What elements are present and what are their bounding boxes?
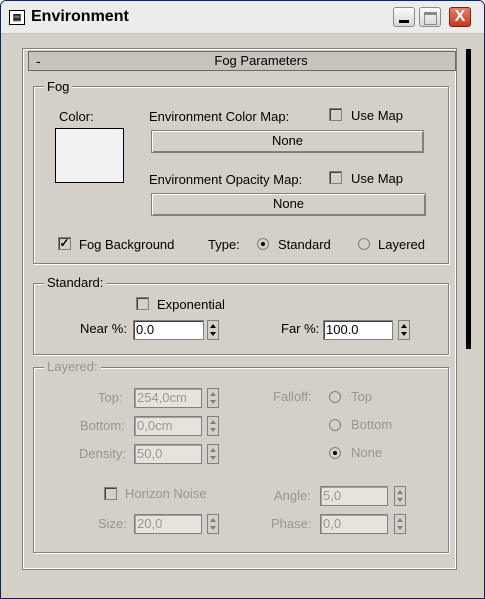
fog-color-swatch[interactable] [55,128,124,183]
layered-group-label: Layered: [44,359,101,374]
minimize-button[interactable] [393,7,415,27]
layered-top-input[interactable]: 254,0cm [134,388,202,408]
env-color-use-map-label: Use Map [351,108,404,123]
env-color-map-label: Environment Color Map: [149,109,290,124]
layered-bottom-label: Bottom: [80,418,125,433]
standard-group [33,283,449,355]
horizon-phase-label: Phase: [271,516,312,531]
layered-top-spinner[interactable] [207,388,219,408]
horizon-angle-spinner[interactable] [394,486,406,506]
close-icon: X [454,8,466,25]
layered-density-spinner[interactable] [207,444,219,464]
far-spinner[interactable] [398,320,410,340]
type-standard-label: Standard [278,237,331,252]
near-label: Near %: [80,321,127,336]
rollout-title: Fog Parameters [214,53,308,68]
falloff-top-radio[interactable] [329,391,341,403]
type-layered-label: Layered [378,237,425,252]
window-title: Environment [31,8,129,25]
layered-bottom-spinner[interactable] [207,416,219,436]
environment-window: ▤ Environment X - Fog Parameters Fog Col… [0,0,485,599]
exponential-label: Exponential [157,297,225,312]
near-spinner[interactable] [207,320,219,340]
falloff-bottom-radio[interactable] [329,419,341,431]
horizon-noise-label: Horizon Noise [125,486,207,501]
far-input[interactable]: 100.0 [323,320,393,340]
falloff-label: Falloff: [273,389,312,404]
title-bar[interactable]: ▤ Environment X [1,1,484,34]
layered-density-input[interactable]: 50,0 [134,444,202,464]
horizon-size-spinner[interactable] [207,514,219,534]
horizon-phase-input[interactable]: 0,0 [320,514,388,534]
falloff-bottom-label: Bottom [351,417,393,432]
layered-density-label: Density: [79,446,126,461]
falloff-none-label: None [351,445,383,460]
type-standard-radio[interactable] [257,238,269,250]
maximize-button[interactable] [419,7,441,27]
env-opacity-map-label: Environment Opacity Map: [149,172,303,187]
env-opacity-use-map-checkbox[interactable] [329,171,342,184]
rollout-collapse-icon[interactable]: - [36,51,41,71]
panel-scroll-thumb[interactable] [466,49,471,349]
horizon-size-label: Size: [98,516,127,531]
horizon-angle-input[interactable]: 5,0 [320,486,388,506]
fog-group-label: Fog [44,79,73,94]
horizon-angle-label: Angle: [274,488,311,503]
standard-group-label: Standard: [44,275,107,290]
env-opacity-map-button[interactable]: None [151,193,426,216]
layered-bottom-input[interactable]: 0,0cm [134,416,202,436]
horizon-noise-checkbox[interactable] [104,487,117,500]
falloff-none-radio[interactable] [329,447,341,459]
env-color-map-button[interactable]: None [151,130,424,153]
close-button[interactable]: X [449,7,471,27]
fog-color-label: Color: [59,109,94,124]
fog-type-label: Type: [208,237,240,252]
fog-background-label: Fog Background [79,237,175,252]
near-input[interactable]: 0.0 [133,320,204,340]
horizon-phase-spinner[interactable] [394,514,406,534]
far-label: Far %: [281,321,320,336]
exponential-checkbox[interactable] [136,297,149,310]
layered-top-label: Top: [98,390,123,405]
env-color-use-map-checkbox[interactable] [329,108,342,121]
env-opacity-use-map-label: Use Map [351,171,404,186]
type-layered-radio[interactable] [358,238,370,250]
fog-background-checkbox[interactable]: ✓ [58,237,71,250]
falloff-top-label: Top [351,389,372,404]
app-icon: ▤ [9,10,25,25]
horizon-size-input[interactable]: 20,0 [134,514,202,534]
